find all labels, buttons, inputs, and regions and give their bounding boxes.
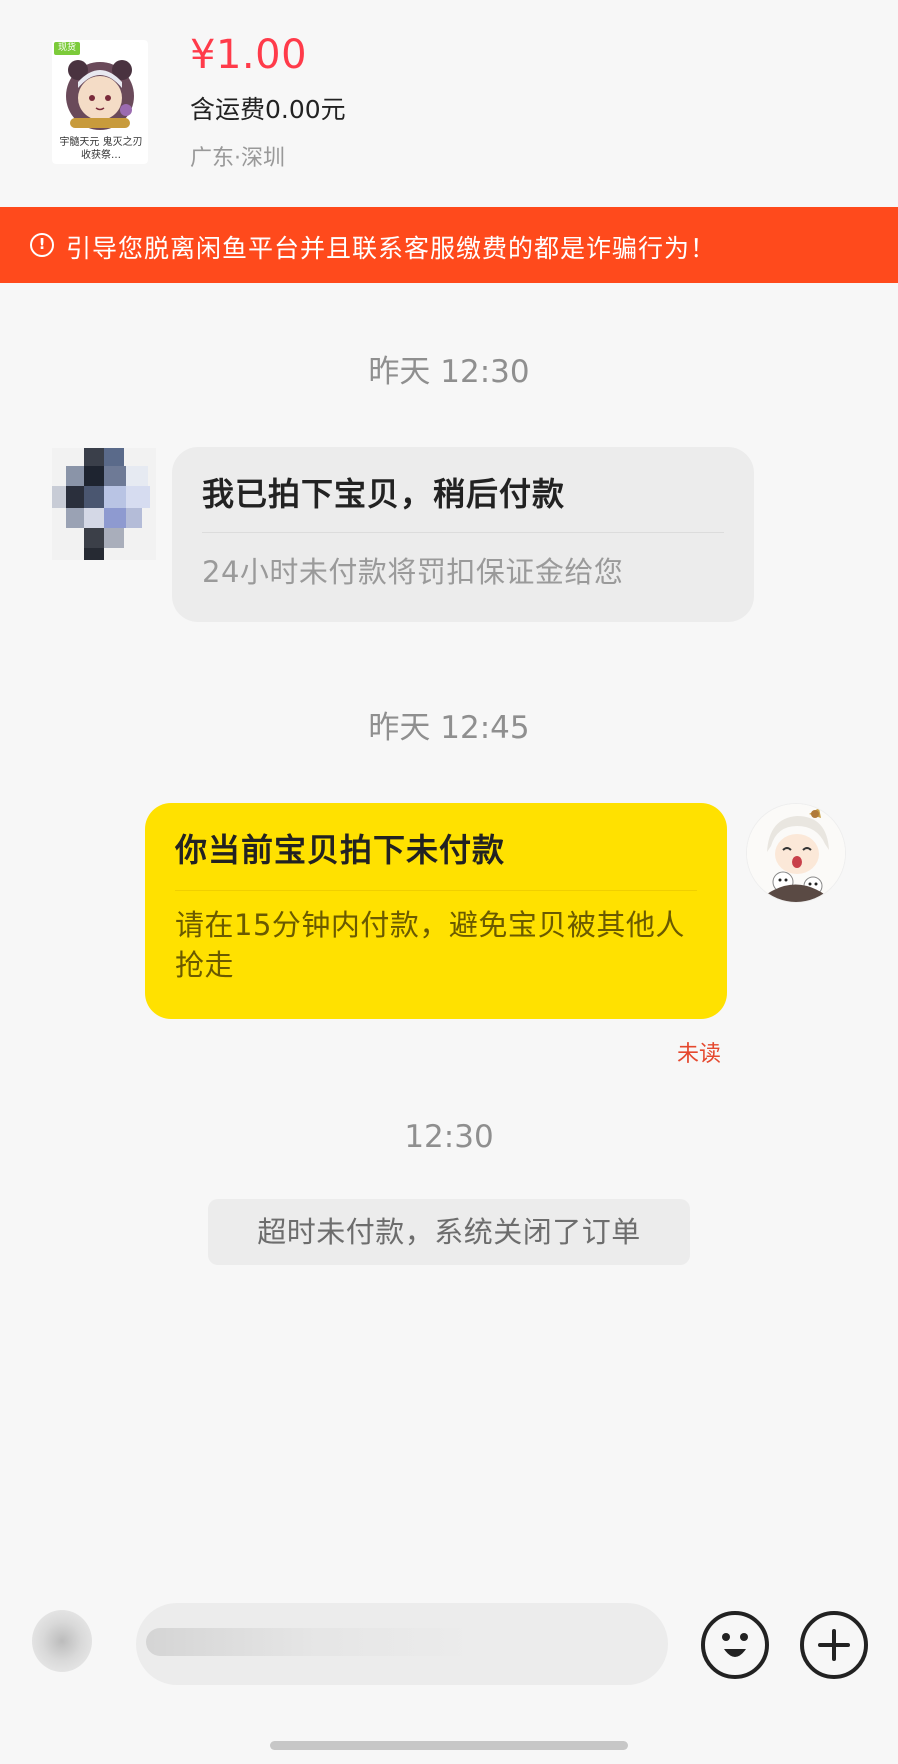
plus-icon bbox=[818, 1629, 850, 1661]
message-divider bbox=[175, 890, 697, 891]
input-redacted-content bbox=[146, 1628, 476, 1656]
seller-avatar[interactable] bbox=[52, 448, 156, 560]
shipping-fee: 含运费0.00元 bbox=[190, 95, 346, 124]
product-header[interactable]: 现货 宇髓天元 鬼灭之刃 收获祭… ¥1.00 含运费0.00元 广东·深圳 bbox=[0, 0, 898, 207]
user-avatar-image bbox=[747, 804, 845, 902]
product-price: ¥1.00 bbox=[190, 32, 308, 78]
emoji-icon bbox=[722, 1633, 748, 1657]
message-divider bbox=[202, 532, 724, 533]
system-message: 超时未付款，系统关闭了订单 bbox=[208, 1199, 690, 1265]
user-avatar[interactable] bbox=[746, 803, 846, 903]
home-indicator[interactable] bbox=[270, 1741, 628, 1750]
product-thumbnail-caption: 宇髓天元 鬼灭之刃 收获祭… bbox=[59, 137, 143, 161]
message-bubble-sent[interactable]: 你当前宝贝拍下未付款 请在15分钟内付款，避免宝贝被其他人抢走 bbox=[145, 803, 727, 1019]
message-timestamp: 12:30 bbox=[404, 1119, 494, 1155]
emoji-button[interactable] bbox=[701, 1611, 769, 1679]
message-title: 你当前宝贝拍下未付款 bbox=[175, 831, 506, 869]
message-title: 我已拍下宝贝，稍后付款 bbox=[202, 475, 566, 513]
product-thumbnail[interactable]: 现货 宇髓天元 鬼灭之刃 收获祭… bbox=[52, 40, 148, 164]
message-timestamp: 昨天 12:45 bbox=[368, 710, 530, 746]
message-bubble-received[interactable]: 我已拍下宝贝，稍后付款 24小时未付款将罚扣保证金给您 bbox=[172, 447, 754, 622]
fraud-warning-text: 引导您脱离闲鱼平台并且联系客服缴费的都是诈骗行为！ bbox=[66, 234, 717, 263]
message-timestamp: 昨天 12:30 bbox=[368, 354, 530, 390]
product-image bbox=[66, 60, 134, 130]
message-subtitle: 24小时未付款将罚扣保证金给您 bbox=[202, 555, 624, 589]
product-location: 广东·深圳 bbox=[190, 146, 285, 171]
message-subtitle: 请在15分钟内付款，避免宝贝被其他人抢走 bbox=[175, 908, 685, 982]
unread-status: 未读 bbox=[677, 1042, 722, 1067]
voice-button[interactable] bbox=[32, 1610, 92, 1672]
alert-circle-icon: ! bbox=[30, 233, 54, 257]
more-button[interactable] bbox=[800, 1611, 868, 1679]
